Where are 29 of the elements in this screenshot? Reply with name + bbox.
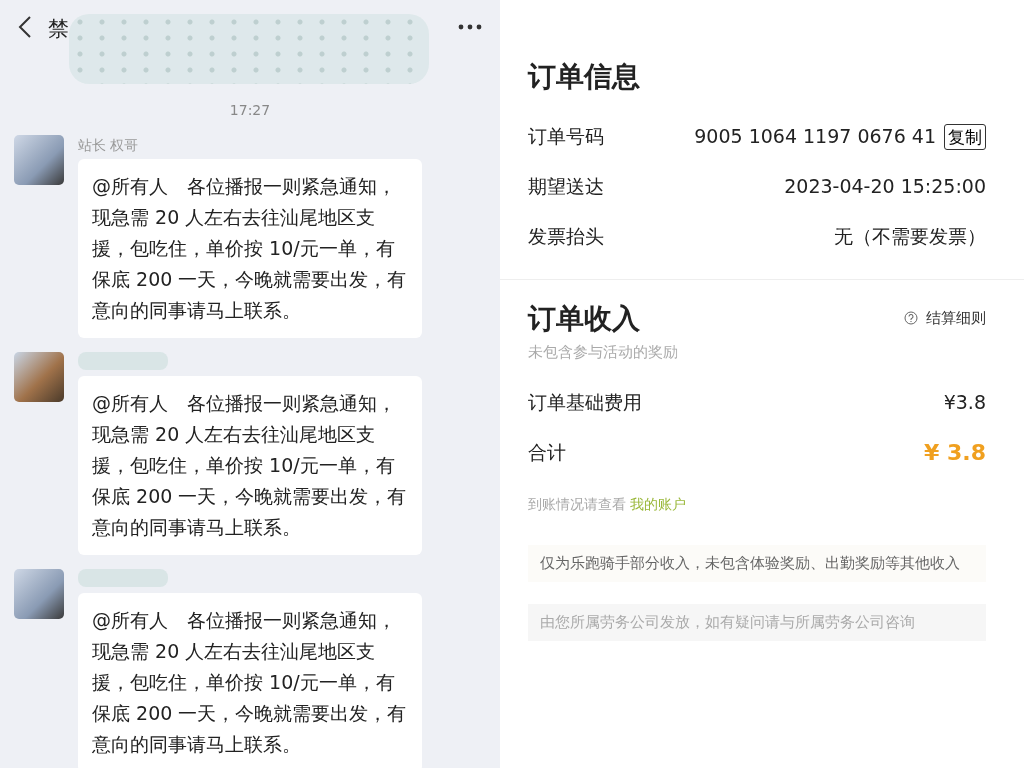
field-label: 订单号码 [528,124,604,150]
section-subtitle: 未包含参与活动的奖励 [528,342,679,364]
field-value: 无（不需要发票） [834,224,986,250]
copy-button[interactable]: 复制 [944,123,986,150]
message-bubble: @所有人 各位播报一则紧急通知，现急需 20 人左右去往汕尾地区支援，包吃住，单价按 10/元一单，有保底 200 一天，今晚就需要出发，有意向的同事请马上联系。 [78,159,422,338]
message-bubble: @所有人 各位播报一则紧急通知，现急需 20 人左右去往汕尾地区支援，包吃住，单价按 10/元一单，有保底 200 一天，今晚就需要出发，有意向的同事请马上联系。 [78,593,422,768]
message-bubble: @所有人 各位播报一则紧急通知，现急需 20 人左右去往汕尾地区支援，包吃住，单价按 10/元一单，有保底 200 一天，今晚就需要出发，有意向的同事请马上联系。 [78,376,422,555]
timestamp: 17:27 [228,101,272,120]
notice-text: 由您所属劳务公司发放，如有疑问请与所属劳务公司咨询 [528,603,986,641]
rules-link[interactable]: 结算细则 [904,307,986,330]
avatar-picture[interactable] [14,352,64,402]
field-label: 期望送达 [528,174,604,200]
avatar-picture[interactable] [14,569,64,619]
field-value: 2023-04-20 15:25:00 [784,174,986,200]
avatar-picture[interactable] [14,135,64,185]
chat-title: 禁 [48,16,69,43]
account-hint: 到账情况请查看 我的账户 [528,494,688,514]
amount-value: ¥ 3.8 [924,439,986,468]
section-title: 订单收入 [528,301,640,336]
section-title: 订单信息 [528,60,641,94]
back-icon[interactable] [18,14,32,39]
amount-value: ¥3.8 [943,390,986,416]
field-label: 发票抬头 [528,224,604,250]
field-label: 订单基础费用 [528,390,642,416]
notice-text: 仅为乐跑骑手部分收入，未包含体验奖励、出勤奖励等其他收入 [528,544,986,582]
help-icon [904,311,918,326]
sender-name: 站长 权哥 [78,136,140,155]
field-value: 9005 1064 1197 0676 41 [694,124,936,150]
field-label: 合计 [528,440,566,466]
